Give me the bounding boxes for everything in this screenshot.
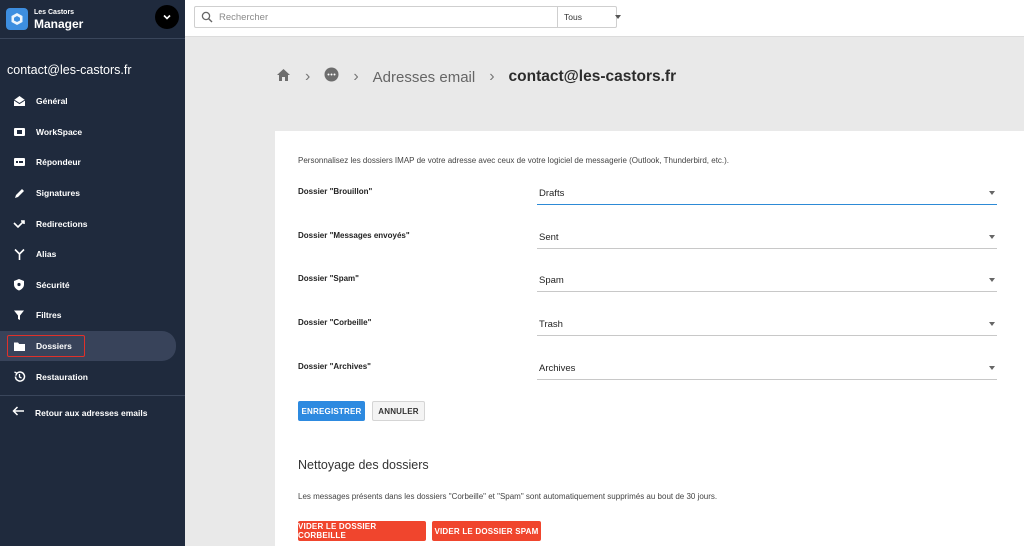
select-value: Spam xyxy=(539,275,564,286)
brand[interactable]: Les Castors Manager xyxy=(0,0,185,38)
sidebar-item-label: Redirections xyxy=(36,218,88,229)
sidebar: Les Castors Manager contact@les-castors.… xyxy=(0,0,185,546)
field-label: Dossier "Brouillon" xyxy=(298,187,373,196)
sidebar-item-autoreply[interactable]: Répondeur xyxy=(0,147,185,178)
chevron-right-icon: › xyxy=(489,68,495,85)
chevron-right-icon: › xyxy=(305,68,311,85)
sidebar-item-label: Sécurité xyxy=(36,279,70,290)
more-icon[interactable] xyxy=(324,67,339,87)
chevron-down-icon[interactable] xyxy=(155,5,179,29)
caret-down-icon xyxy=(989,235,995,239)
sidebar-item-label: Dossiers xyxy=(36,341,72,352)
sidebar-item-folders[interactable]: Dossiers xyxy=(0,330,176,362)
history-icon xyxy=(12,370,26,384)
sidebar-item-redirections[interactable]: Redirections xyxy=(0,208,185,239)
folder-row-drafts: Dossier "Brouillon" Drafts xyxy=(275,185,1024,209)
sidebar-item-general[interactable]: Général xyxy=(0,86,185,117)
sidebar-item-label: Signatures xyxy=(36,188,80,199)
sidebar-nav: Général WorkSpace Répondeur Signatures R… xyxy=(0,86,185,392)
folder-icon xyxy=(12,339,26,353)
sidebar-item-alias[interactable]: Alias xyxy=(0,239,185,270)
sidebar-item-workspace[interactable]: WorkSpace xyxy=(0,117,185,148)
top-bar: Tous xyxy=(185,0,1024,37)
caret-down-icon xyxy=(989,278,995,282)
sidebar-item-signatures[interactable]: Signatures xyxy=(0,178,185,209)
select-value: Drafts xyxy=(539,188,565,199)
field-label: Dossier "Corbeille" xyxy=(298,318,372,327)
select-value: Sent xyxy=(539,232,559,243)
archives-folder-select[interactable]: Archives xyxy=(537,360,997,380)
sent-folder-select[interactable]: Sent xyxy=(537,229,997,249)
search-box: Tous xyxy=(194,6,621,28)
caret-down-icon xyxy=(989,366,995,370)
trash-folder-select[interactable]: Trash xyxy=(537,316,997,336)
brand-small: Les Castors xyxy=(34,8,75,16)
caret-down-icon xyxy=(989,191,995,195)
save-button[interactable]: ENREGISTRER xyxy=(298,401,365,421)
cleanup-description: Les messages présents dans les dossiers … xyxy=(298,492,718,501)
sidebar-item-label: Alias xyxy=(36,249,57,260)
folder-row-spam: Dossier "Spam" Spam xyxy=(275,272,1024,296)
search-icon xyxy=(201,11,213,23)
shield-icon xyxy=(12,278,26,292)
sidebar-item-label: Restauration xyxy=(36,371,88,382)
home-icon[interactable] xyxy=(276,68,291,87)
empty-trash-button[interactable]: VIDER LE DOSSIER CORBEILLE xyxy=(298,521,426,541)
form-intro: Personnalisez les dossiers IMAP de votre… xyxy=(298,156,730,165)
field-label: Dossier "Spam" xyxy=(298,274,359,283)
sidebar-item-label: Général xyxy=(36,96,68,107)
cancel-button[interactable]: ANNULER xyxy=(372,401,425,421)
search-scope-value: Tous xyxy=(564,12,582,22)
chevron-right-icon: › xyxy=(353,68,359,85)
breadcrumb-current: contact@les-castors.fr xyxy=(508,68,677,85)
divider xyxy=(0,395,185,396)
folder-row-archives: Dossier "Archives" Archives xyxy=(275,360,1024,384)
alias-icon xyxy=(12,247,26,261)
pen-icon xyxy=(12,186,26,200)
sidebar-item-restore[interactable]: Restauration xyxy=(0,361,185,392)
back-to-emails-link[interactable]: Retour aux adresses emails xyxy=(0,401,185,425)
search-scope-select[interactable]: Tous xyxy=(557,7,627,27)
field-label: Dossier "Messages envoyés" xyxy=(298,231,410,240)
folder-row-trash: Dossier "Corbeille" Trash xyxy=(275,316,1024,340)
brand-title: Manager xyxy=(34,16,84,31)
breadcrumb-section[interactable]: Adresses email xyxy=(373,69,476,86)
sidebar-item-filters[interactable]: Filtres xyxy=(0,300,185,331)
select-value: Trash xyxy=(539,319,563,330)
divider xyxy=(0,38,185,39)
drafts-folder-select[interactable]: Drafts xyxy=(537,185,997,205)
redirect-icon xyxy=(12,217,26,231)
castor-logo-icon xyxy=(6,8,28,30)
envelope-open-icon xyxy=(12,94,26,108)
empty-spam-button[interactable]: VIDER LE DOSSIER SPAM xyxy=(432,521,541,541)
spam-folder-select[interactable]: Spam xyxy=(537,272,997,292)
search-input[interactable] xyxy=(219,11,539,23)
field-label: Dossier "Archives" xyxy=(298,362,371,371)
sidebar-item-label: Filtres xyxy=(36,310,62,321)
folders-card: Personnalisez les dossiers IMAP de votre… xyxy=(275,131,1024,546)
sidebar-item-label: Répondeur xyxy=(36,157,81,168)
caret-down-icon xyxy=(989,322,995,326)
caret-down-icon xyxy=(615,15,621,19)
autoreply-icon xyxy=(12,155,26,169)
workspace-icon xyxy=(12,125,26,139)
sidebar-item-label: WorkSpace xyxy=(36,126,83,137)
cleanup-title: Nettoyage des dossiers xyxy=(298,458,429,472)
breadcrumb: › › Adresses email › contact@les-castors… xyxy=(276,66,676,88)
arrow-left-icon xyxy=(12,404,25,422)
filter-icon xyxy=(12,308,26,322)
back-label: Retour aux adresses emails xyxy=(35,408,148,418)
account-email: contact@les-castors.fr xyxy=(7,63,132,77)
folder-row-sent: Dossier "Messages envoyés" Sent xyxy=(275,229,1024,253)
sidebar-item-security[interactable]: Sécurité xyxy=(0,270,185,301)
select-value: Archives xyxy=(539,363,576,374)
